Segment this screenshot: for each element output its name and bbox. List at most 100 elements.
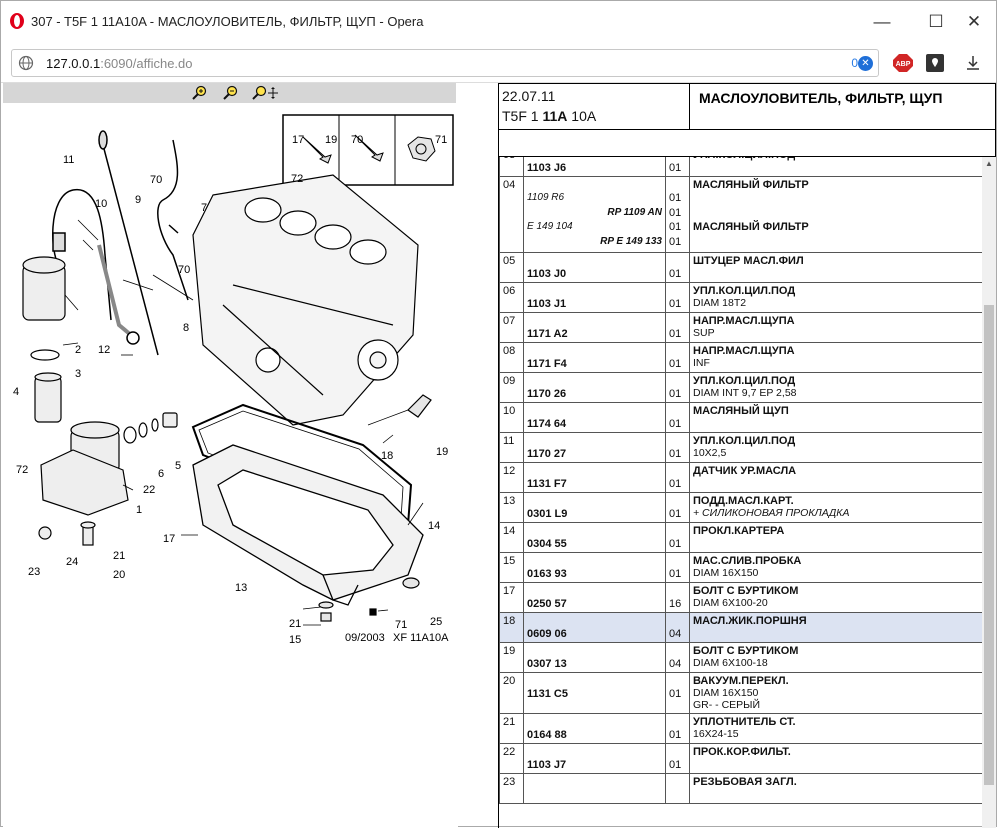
row-position: 04 (499, 176, 524, 253)
row-quantity-cell: 01 (665, 282, 690, 313)
row-description-cell: УПЛ.КОЛ.ЦИЛ.ПОД DIAM 18T2 (689, 282, 982, 313)
scrollbar-thumb[interactable] (984, 305, 994, 785)
row-quantity: 01 (669, 328, 682, 340)
window-title: 307 - T5F 1 11A10A - МАСЛОУЛОВИТЕЛЬ, ФИЛ… (31, 14, 424, 29)
row-title: НАПР.МАСЛ.ЩУПА (693, 315, 795, 327)
row-detail: 16X24-15 (693, 728, 739, 740)
callout-3: 3 (75, 368, 81, 380)
table-row[interactable]: 14 0304 55 01 ПРОКЛ.КАРТЕРА (499, 522, 982, 553)
table-row[interactable]: 17 0250 57 16 БОЛТ С БУРТИКОМ DIAM 6X100-20 (499, 582, 982, 613)
table-row[interactable]: 21 0164 88 01 УПЛОТНИТЕЛЬ СТ. 16X24-15 (499, 713, 982, 744)
close-button[interactable]: ✕ (959, 9, 989, 35)
table-row[interactable]: 05 1103 J0 01 ШТУЦЕР МАСЛ.ФИЛ (499, 252, 982, 283)
row-reference: 1171 A2 (527, 328, 568, 340)
zoom-toolbar (3, 83, 456, 103)
row-reference-cell (523, 773, 666, 804)
row-reference: 0304 55 (527, 538, 567, 550)
diagram-panel: 11 10 70 9 7 70 8 12 2 3 4 5 6 22 72 1 2… (3, 83, 458, 828)
callout-10: 10 (95, 198, 107, 210)
url-text[interactable]: 127.0.0.1:6090/affiche.do (46, 56, 193, 71)
zoom-in-icon[interactable] (191, 85, 209, 101)
sub-quantity: 01 (669, 235, 682, 248)
table-row[interactable]: 04 1109 R6 RP 1109 AN E 149 104 RP E 149 133… (499, 176, 982, 253)
adblock-icon[interactable]: ABP (893, 54, 913, 72)
callout-19: 19 (436, 446, 448, 458)
row-detail: DIAM 16X150 (693, 567, 759, 579)
callout-24: 24 (66, 556, 78, 568)
callout-18: 18 (381, 450, 393, 462)
table-row[interactable]: 23 РЕЗЬБОВАЯ ЗАГЛ. (499, 773, 982, 804)
sub-reference: RP 1109 AN (607, 206, 662, 218)
row-title: УПЛ.КОЛ.ЦИЛ.ПОД (693, 435, 796, 447)
row-position: 12 (499, 462, 524, 493)
parts-table-viewport[interactable]: 031103 J601УПЛ.КОЛ.ЦИЛ.ПОД041109 R6RP 11… (498, 157, 982, 828)
row-reference-cell: 0609 06 (523, 612, 666, 643)
parts-diagram: 11 10 70 9 7 70 8 12 2 3 4 5 6 22 72 1 2… (13, 114, 454, 645)
table-row[interactable]: 15 0163 93 01 МАС.СЛИВ.ПРОБКА DIAM 16X150 (499, 552, 982, 583)
tracker-blocker-icon[interactable]: ✕ (858, 56, 873, 71)
row-quantity: 01 (669, 688, 682, 700)
ref-pre: T5F 1 (502, 108, 543, 124)
table-row[interactable]: 18 0609 06 04 МАСЛ.ЖИК.ПОРШНЯ (499, 612, 982, 643)
row-quantity: 01 (669, 388, 682, 400)
scrollbar[interactable]: ▲ (982, 157, 996, 828)
callout-2: 2 (75, 344, 81, 356)
table-row[interactable]: 10 1174 64 01 МАСЛЯНЫЙ ЩУП (499, 402, 982, 433)
address-bar[interactable]: 127.0.0.1:6090/affiche.do 0 ✕ (11, 49, 879, 77)
row-reference-cell: 1170 27 (523, 432, 666, 463)
table-row[interactable]: 20 1131 C5 01 ВАКУУМ.ПЕРЕКЛ. DIAM 16X150 GR- … (499, 672, 982, 714)
row-reference: 1170 27 (527, 448, 567, 460)
callout-8: 8 (183, 322, 189, 334)
row-quantity: 01 (669, 298, 682, 310)
zoom-out-icon[interactable] (222, 85, 240, 101)
row-quantity-cell: 01 (665, 713, 690, 744)
ref-bold: 11A (542, 108, 568, 124)
pan-icon[interactable] (251, 85, 279, 101)
callout-14: 14 (428, 520, 440, 532)
table-row[interactable]: 07 1171 A2 01 НАПР.МАСЛ.ЩУПА SUP (499, 312, 982, 343)
location-extension-icon[interactable] (925, 54, 945, 72)
row-quantity-cell: 01 (665, 522, 690, 553)
callout-6: 6 (158, 468, 164, 480)
table-row[interactable]: 08 1171 F4 01 НАПР.МАСЛ.ЩУПА INF (499, 342, 982, 373)
row-quantity: 16 (669, 598, 682, 610)
row-detail: DIAM 6X100-18 (693, 657, 768, 669)
row-quantity: 04 (669, 658, 682, 670)
row-quantity-cell: 01 (665, 312, 690, 343)
table-row[interactable]: 12 1131 F7 01 ДАТЧИК УР.МАСЛА (499, 462, 982, 493)
row-description-cell: БОЛТ С БУРТИКОМ DIAM 6X100-18 (689, 642, 982, 673)
row-reference-cell: 1109 R6 RP 1109 AN E 149 104 RP E 149 133 (523, 176, 666, 253)
callout-72: 72 (16, 464, 28, 476)
table-row[interactable]: 22 1103 J7 01 ПРОК.КОР.ФИЛЬТ. (499, 743, 982, 774)
row-title: РЕЗЬБОВАЯ ЗАГЛ. (693, 776, 797, 788)
row-position: 15 (499, 552, 524, 583)
scroll-up-arrow-icon[interactable]: ▲ (985, 159, 993, 168)
tracker-count[interactable]: 0 (851, 56, 858, 70)
table-row[interactable]: 09 1170 26 01 УПЛ.КОЛ.ЦИЛ.ПОД DIAM INT 9,7 E… (499, 372, 982, 403)
row-detail: INF (693, 357, 710, 369)
row-quantity: 01 (669, 508, 682, 520)
maximize-button[interactable]: ☐ (921, 9, 951, 35)
row-quantity: 01 (669, 418, 682, 430)
row-quantity-cell: 01 (665, 462, 690, 493)
table-row[interactable]: 19 0307 13 04 БОЛТ С БУРТИКОМ DIAM 6X100-18 (499, 642, 982, 673)
row-reference-cell: 1103 J7 (523, 743, 666, 774)
minimize-button[interactable]: — (867, 9, 897, 35)
row-title: УПЛОТНИТЕЛЬ СТ. (693, 716, 796, 728)
table-row[interactable]: 13 0301 L9 01 ПОДД.МАСЛ.КАРТ. + СИЛИКОНОВАЯ … (499, 492, 982, 523)
row-position: 20 (499, 672, 524, 714)
table-row[interactable]: 06 1103 J1 01 УПЛ.КОЛ.ЦИЛ.ПОД DIAM 18T2 (499, 282, 982, 313)
row-position: 05 (499, 252, 524, 283)
row-position: 23 (499, 773, 524, 804)
download-icon[interactable] (963, 54, 983, 72)
row-detail: DIAM 16X150 (693, 687, 759, 699)
row-note: + СИЛИКОНОВАЯ ПРОКЛАДКА (693, 507, 850, 519)
table-row[interactable]: 031103 J6 01 УПЛ.КОЛ.ЦИЛ.ПОД (499, 157, 982, 177)
row-quantity: 01 (669, 268, 682, 280)
sub-reference: RP E 149 133 (600, 235, 662, 247)
table-row[interactable]: 11 1170 27 01 УПЛ.КОЛ.ЦИЛ.ПОД 10X2,5 (499, 432, 982, 463)
row-quantity-cell: 01 (665, 372, 690, 403)
row-position: 22 (499, 743, 524, 774)
row-description-cell: МАС.СЛИВ.ПРОБКА DIAM 16X150 (689, 552, 982, 583)
row-title: УПЛ.КОЛ.ЦИЛ.ПОД (693, 375, 796, 387)
